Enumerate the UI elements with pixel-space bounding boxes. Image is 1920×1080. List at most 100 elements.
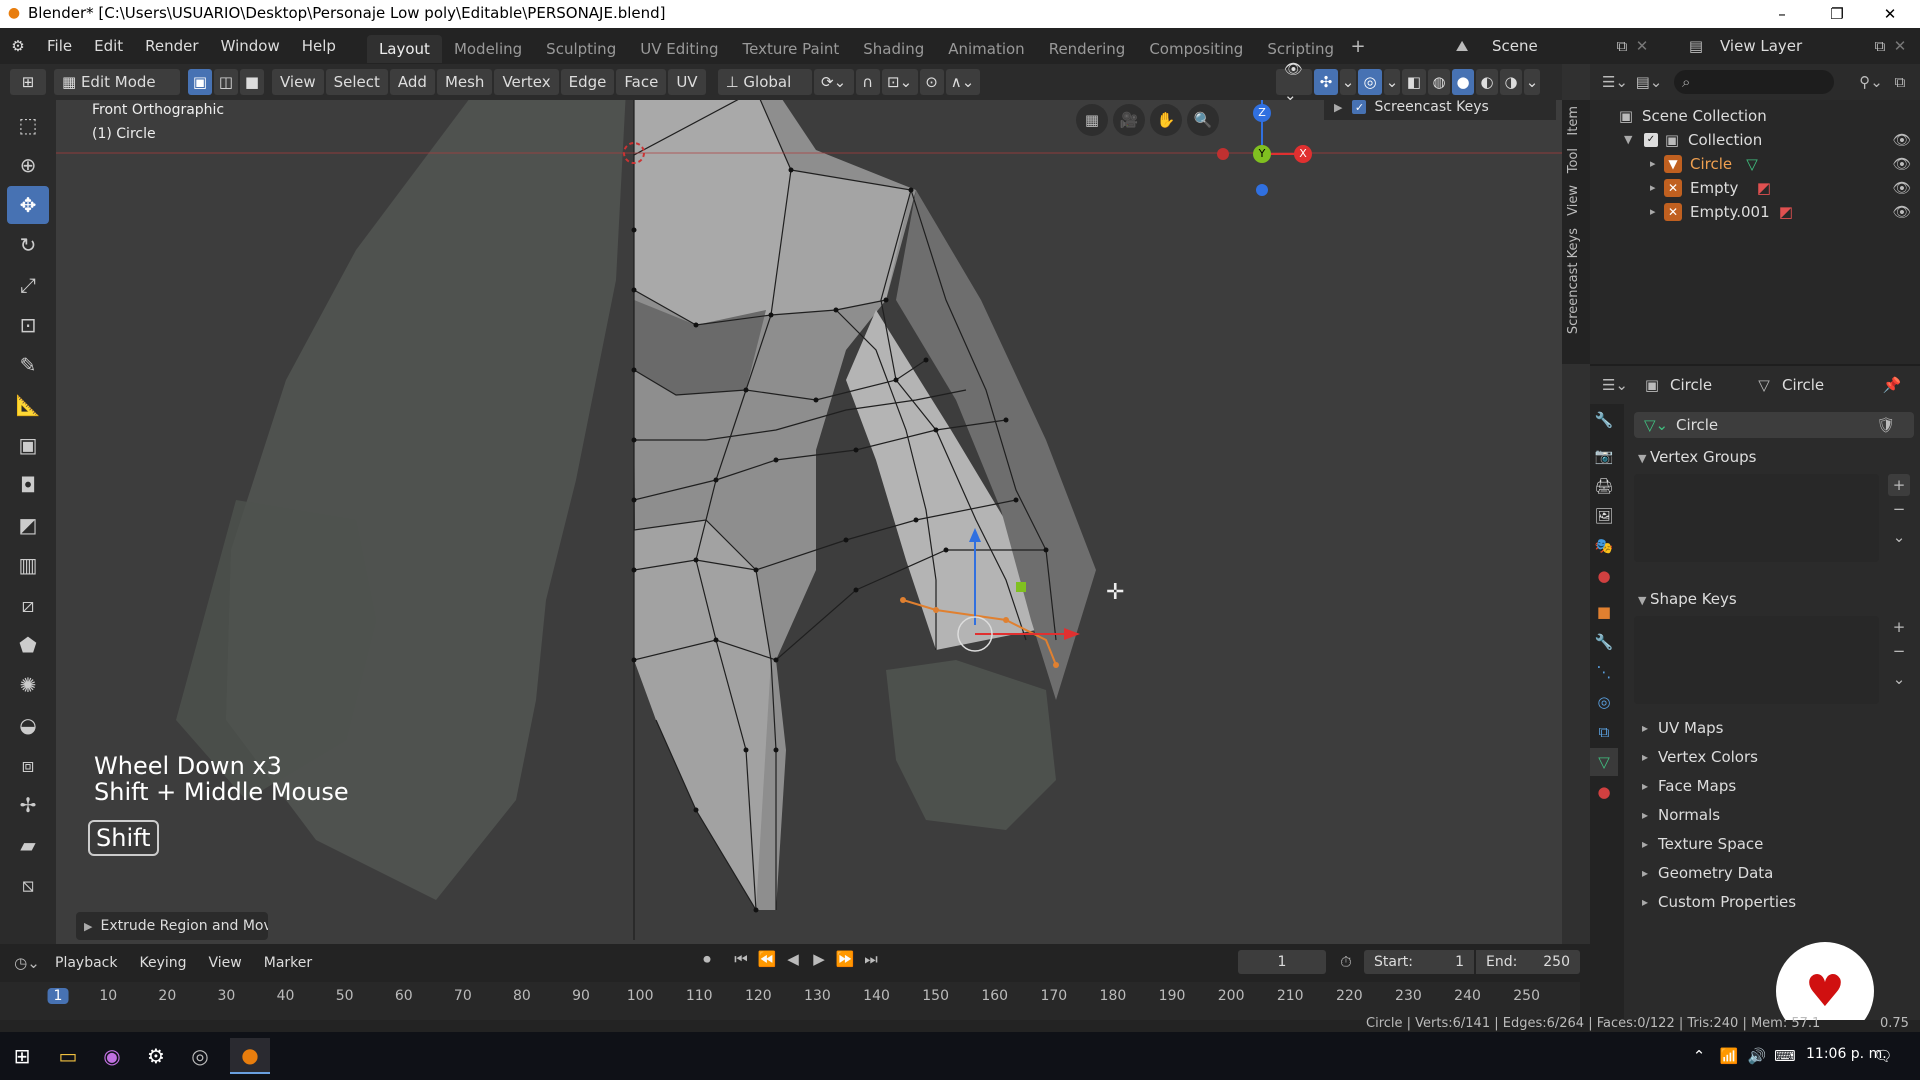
face-maps-section[interactable]: Face Maps (1634, 772, 1914, 801)
rip-region-icon[interactable]: ⧅ (7, 866, 49, 904)
measure-icon[interactable]: 📐 (7, 386, 49, 424)
outliner-search-input[interactable]: ⌕ (1674, 70, 1834, 94)
menu-file[interactable]: File (36, 28, 83, 64)
visibility-icon[interactable]: 👁⌄ (1276, 60, 1312, 104)
poly-build-icon[interactable]: ⬟ (7, 626, 49, 664)
empty001-eye-icon[interactable]: 👁 (1892, 200, 1912, 224)
menu-view[interactable]: View (272, 69, 324, 95)
remove-vertex-group-icon[interactable]: − (1888, 498, 1910, 520)
custom-properties-section[interactable]: Custom Properties (1634, 888, 1914, 917)
circle-expand-icon[interactable]: ▸ (1650, 152, 1664, 176)
remove-shape-key-icon[interactable]: − (1888, 640, 1910, 662)
outliner-item-empty[interactable]: ▸ ✕ Empty ◩ 👁 (1590, 176, 1920, 200)
spin-icon[interactable]: ✺ (7, 666, 49, 704)
select-box-icon[interactable]: ⬚ (7, 106, 49, 144)
outliner-item-circle[interactable]: ▸ ▼ Circle ▽ 👁 (1590, 152, 1920, 176)
filter-icon[interactable]: ⚲⌄ (1854, 73, 1888, 91)
uv-maps-section[interactable]: UV Maps (1634, 714, 1914, 743)
new-view-layer-icon[interactable]: ⧉ (1870, 37, 1890, 55)
world-tab-icon[interactable]: ● (1590, 562, 1618, 590)
record-icon[interactable]: ⏺ (694, 950, 720, 968)
jump-end-icon[interactable]: ⏭ (858, 950, 884, 968)
view-layer-tab-icon[interactable]: 🖼 (1590, 502, 1618, 530)
menu-timeline-view[interactable]: View (198, 944, 253, 982)
pivot-point-icon[interactable]: ⟳⌄ (813, 69, 854, 95)
editor-type-icon[interactable]: ⊞ (10, 69, 46, 95)
wireframe-shading-icon[interactable]: ◍ (1428, 69, 1450, 95)
grid-view-icon[interactable]: ▦ (1076, 104, 1108, 136)
tray-arrow-icon[interactable]: ⌃ (1688, 1044, 1710, 1068)
menu-mesh[interactable]: Mesh (436, 69, 493, 95)
menu-render[interactable]: Render (134, 28, 209, 64)
prev-keyframe-icon[interactable]: ⏪ (754, 950, 780, 968)
render-tab-icon[interactable]: 📷 (1590, 442, 1618, 470)
language-icon[interactable]: ⌨ (1774, 1044, 1796, 1068)
menu-edge[interactable]: Edge (560, 69, 615, 95)
outliner-item-empty-001[interactable]: ▸ ✕ Empty.001 ◩ 👁 (1590, 200, 1920, 224)
current-frame-field[interactable]: 1 (1238, 950, 1326, 974)
expand-arrow-icon[interactable]: ▶ (84, 920, 92, 933)
mesh-view[interactable]: ✛ (56, 100, 1562, 944)
physics-tab-icon[interactable]: ◎ (1590, 688, 1618, 716)
browser-icon[interactable]: ◉ (98, 1042, 126, 1070)
tab-rendering[interactable]: Rendering (1037, 35, 1138, 63)
scene-collection-row[interactable]: ▣ Scene Collection (1590, 104, 1920, 128)
blender-taskbar-icon[interactable]: ● (230, 1038, 270, 1074)
blender-menu-icon[interactable]: ⚙ (0, 28, 36, 64)
nav-axis-y-label[interactable]: Y (1253, 145, 1271, 163)
frame-ruler[interactable]: 1 10 20 30 40 50 60 70 80 90 100 110 120 130 140 150 160… (0, 982, 1580, 1020)
empty001-expand-icon[interactable]: ▸ (1650, 200, 1664, 224)
menu-keying[interactable]: Keying (128, 944, 197, 982)
next-keyframe-icon[interactable]: ⏩ (832, 950, 858, 968)
overlays-icon[interactable]: ◎ (1358, 69, 1382, 95)
gizmo-plane-handle[interactable] (1016, 582, 1026, 592)
windows-start-icon[interactable]: ⊞ (8, 1042, 36, 1070)
scene-tab-icon[interactable]: 🎭 (1590, 532, 1618, 560)
transform-icon[interactable]: ⊡ (7, 306, 49, 344)
zoom-icon[interactable]: 🔍 (1187, 104, 1219, 136)
menu-marker[interactable]: Marker (253, 944, 323, 982)
extrude-region-icon[interactable]: ▣ (7, 426, 49, 464)
tab-texture-paint[interactable]: Texture Paint (730, 35, 851, 63)
nav-neg-x[interactable] (1217, 148, 1229, 160)
play-icon[interactable]: ▶ (806, 950, 832, 968)
delete-view-layer-icon[interactable]: ✕ (1890, 37, 1910, 55)
rotate-icon[interactable]: ↻ (7, 226, 49, 264)
material-tab-icon[interactable]: ● (1590, 778, 1618, 806)
obs-icon[interactable]: ◎ (186, 1042, 214, 1070)
close-icon[interactable]: ✕ (1878, 2, 1902, 26)
wifi-icon[interactable]: 📶 (1718, 1044, 1740, 1068)
maximize-icon[interactable]: ❐ (1825, 2, 1849, 26)
texture-space-section[interactable]: Texture Space (1634, 830, 1914, 859)
mesh-browse-icon[interactable]: ▽⌄ (1642, 416, 1670, 434)
add-workspace-icon[interactable]: + (1346, 34, 1370, 58)
edge-slide-icon[interactable]: ⧈ (7, 746, 49, 784)
menu-add[interactable]: Add (389, 69, 435, 95)
end-frame-field[interactable]: End: 250 (1476, 950, 1580, 974)
gizmo-icon[interactable]: ✣ (1314, 69, 1338, 95)
object-tab-icon[interactable]: ■ (1590, 598, 1618, 626)
start-frame-field[interactable]: Start: 1 (1364, 950, 1474, 974)
empty-constraint-icon[interactable]: ◩ (1754, 176, 1774, 200)
pin-icon[interactable]: 📌 (1882, 376, 1902, 394)
face-select-icon[interactable]: ■ (240, 69, 264, 95)
geometry-data-section[interactable]: Geometry Data (1634, 859, 1914, 888)
normals-section[interactable]: Normals (1634, 801, 1914, 830)
mode-dropdown[interactable]: ▦ Edit Mode ⌄ (54, 69, 180, 117)
delete-scene-icon[interactable]: ✕ (1632, 37, 1652, 55)
menu-face[interactable]: Face (616, 69, 667, 95)
snap-target-icon[interactable]: ⊡⌄ (881, 69, 918, 95)
collection-row[interactable]: ▼ ✓ ▣ Collection 👁 (1590, 128, 1920, 152)
proportional-edit-icon[interactable]: ⊙ (919, 69, 944, 95)
bevel-icon[interactable]: ◩ (7, 506, 49, 544)
new-collection-icon[interactable]: ⧉ (1888, 73, 1912, 91)
mesh-name-field[interactable]: ▽⌄ Circle 🛡 (1634, 412, 1914, 438)
tab-compositing[interactable]: Compositing (1137, 35, 1255, 63)
modifier-tab-icon[interactable]: 🔧 (1590, 628, 1618, 656)
scene-selector[interactable]: ⛰ Scene ⧉ ✕ (1450, 33, 1652, 59)
3d-viewport[interactable]: ✛ Front Orthographic (1) Circle ▦ 🎥 ✋ 🔍 … (56, 100, 1562, 944)
fake-user-icon[interactable]: 🛡 (1876, 416, 1896, 434)
snap-icon[interactable]: ∩ (855, 69, 880, 95)
play-reverse-icon[interactable]: ◀ (780, 950, 806, 968)
menu-window[interactable]: Window (210, 28, 291, 64)
